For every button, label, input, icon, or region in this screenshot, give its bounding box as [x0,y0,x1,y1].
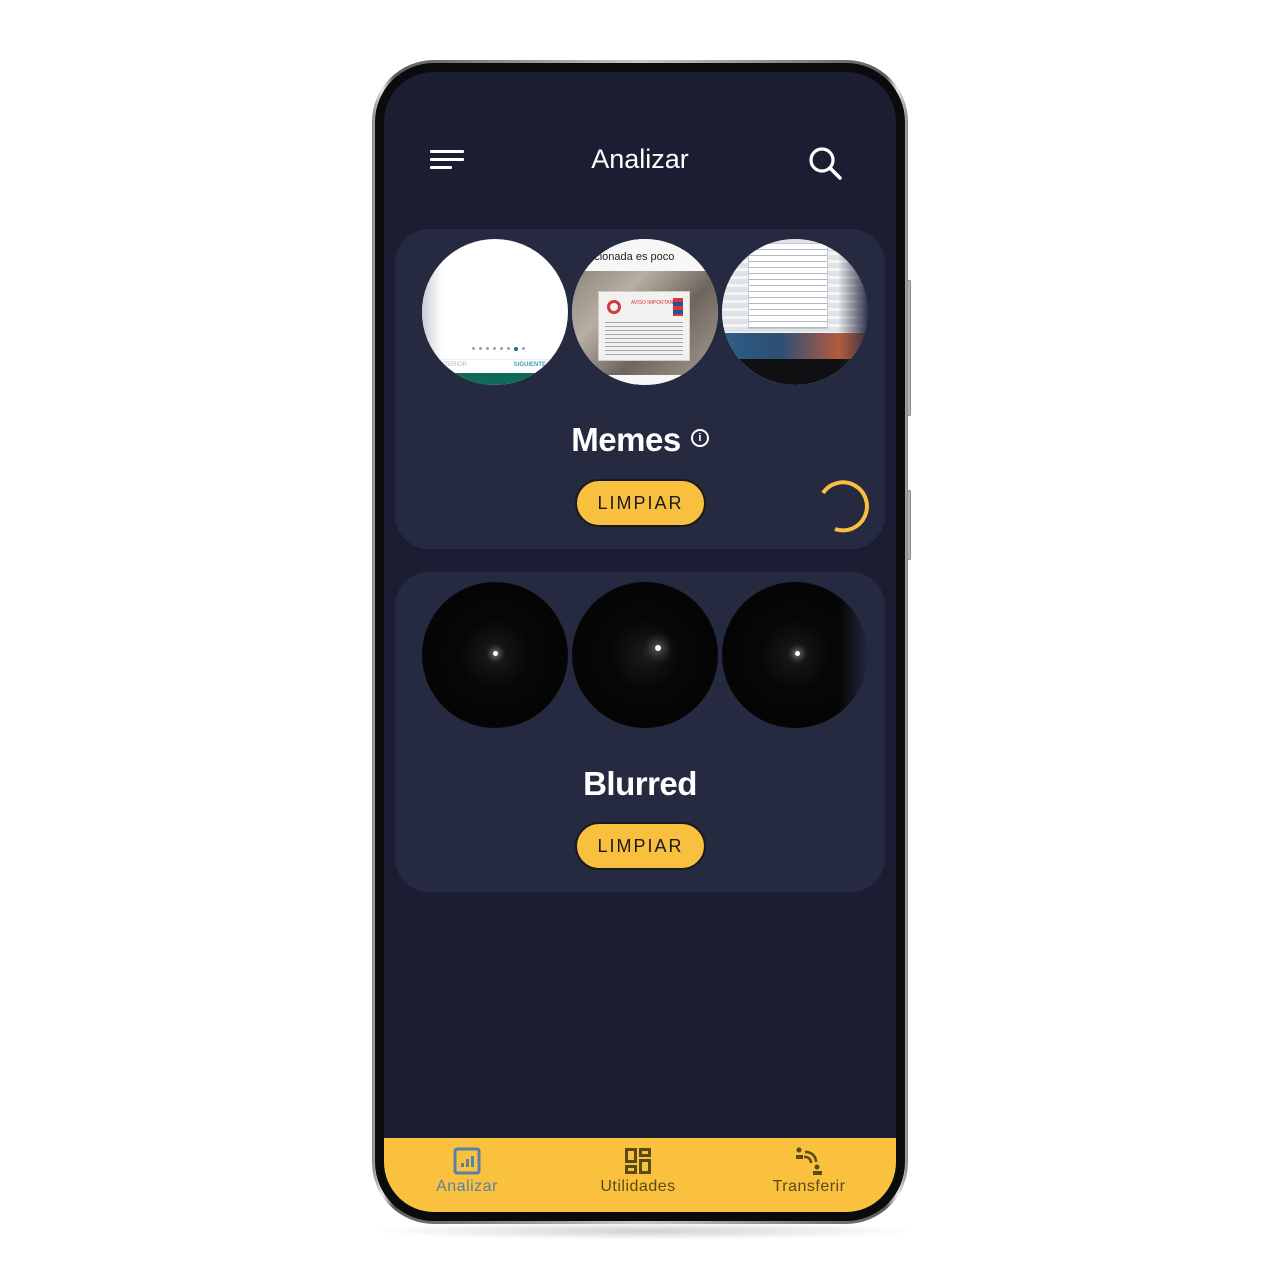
transfer-icon [796,1147,822,1175]
nav-label: Transferir [772,1178,846,1195]
thumbnail-prev-text: ANTERIOR [436,362,468,368]
bottom-navigation: Analizar Utilidades Transferir [384,1138,896,1212]
app-screen: Analizar ANTERIOR SIGUIENTE epcionada es… [384,72,896,1212]
dashboard-icon [625,1148,651,1174]
nav-label: Analizar [436,1178,498,1195]
thumbnail[interactable] [722,582,868,728]
thumbnail-caption: epcionada es poco [582,251,675,263]
app-header: Analizar [384,72,896,232]
nav-item-analizar[interactable]: Analizar [384,1146,552,1206]
clean-button[interactable]: LIMPIAR [575,479,706,527]
phone-shadow [370,1222,920,1240]
phone-bezel: Analizar ANTERIOR SIGUIENTE epcionada es… [375,63,905,1221]
nav-item-transferir[interactable]: Transferir [724,1146,894,1206]
thumbnail[interactable] [422,582,568,728]
loading-spinner-icon [821,480,869,533]
card-title: Blurred [395,765,885,803]
thumbnail[interactable] [722,239,868,385]
blurred-card: Blurred LIMPIAR [395,572,885,892]
card-title-text: Memes [571,421,681,458]
thumbnail[interactable]: epcionada es poco AVISO IMPORTANTE [572,239,718,385]
card-title-text: Blurred [583,765,697,802]
info-icon[interactable]: i [690,429,709,448]
card-title: Memes i [395,421,885,459]
page-dots [472,346,525,351]
blurred-thumbnails [422,582,868,728]
notice-sign: AVISO IMPORTANTE [598,291,690,361]
memes-card: ANTERIOR SIGUIENTE epcionada es poco AVI… [395,229,885,549]
thumbnail-next-text: SIGUIENTE [513,362,546,368]
thumbnail[interactable]: ANTERIOR SIGUIENTE [422,239,568,385]
memes-thumbnails: ANTERIOR SIGUIENTE epcionada es poco AVI… [422,239,868,385]
clean-button[interactable]: LIMPIAR [575,822,706,870]
chart-icon [453,1147,481,1175]
search-icon[interactable] [806,144,846,184]
nav-label: Utilidades [600,1178,676,1195]
nav-item-utilidades[interactable]: Utilidades [553,1146,723,1206]
phone-frame: Analizar ANTERIOR SIGUIENTE epcionada es… [372,60,908,1224]
thumbnail[interactable] [572,582,718,728]
